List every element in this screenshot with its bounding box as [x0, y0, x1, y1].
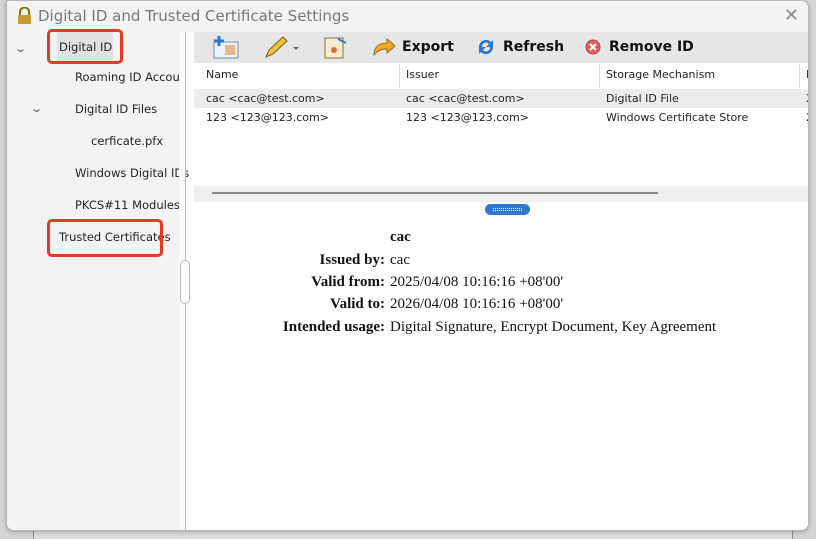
pencil-icon	[265, 36, 299, 58]
toolbar: Export Refresh Remove ID	[194, 32, 808, 63]
issued-by-value: cac	[390, 252, 410, 268]
cell-expires: 20	[806, 92, 808, 105]
cell-storage: Windows Certificate Store	[606, 111, 749, 124]
close-icon[interactable]: ✕	[784, 5, 799, 26]
table-row[interactable]: cac <cac@test.com> cac <cac@test.com> Di…	[194, 89, 808, 108]
cell-name: 123 <123@123.com>	[206, 111, 329, 124]
remove-id-label: Remove ID	[609, 39, 694, 55]
highlight-box	[47, 219, 163, 257]
scrollbar-thumb[interactable]	[212, 192, 658, 194]
refresh-label: Refresh	[503, 39, 565, 55]
cell-expires: 20	[806, 111, 808, 124]
intended-usage-value: Digital Signature, Encrypt Document, Key…	[390, 319, 717, 335]
highlight-box	[47, 29, 123, 64]
digital-ids-panel: Export Refresh Remove ID Name Issuer Sto…	[194, 32, 808, 530]
pane-splitter-handle[interactable]	[485, 204, 530, 215]
valid-to-value: 2026/04/08 10:16:16 +08'00'	[390, 296, 564, 312]
issued-by-label: Issued by:	[319, 252, 385, 268]
table-row[interactable]: 123 <123@123.com> 123 <123@123.com> Wind…	[194, 108, 808, 127]
column-header-storage[interactable]: Storage Mechanism	[600, 64, 800, 88]
export-label: Export	[402, 39, 454, 55]
window-title: Digital ID and Trusted Certificate Setti…	[38, 7, 350, 25]
title-bar: Digital ID and Trusted Certificate Setti…	[7, 1, 808, 32]
horizontal-scrollbar[interactable]	[194, 186, 808, 202]
column-header-expires[interactable]: Ex	[800, 64, 808, 88]
refresh-icon	[478, 39, 494, 55]
refresh-button[interactable]: Refresh	[475, 37, 564, 57]
add-id-button[interactable]	[212, 35, 240, 59]
column-header-name[interactable]: Name	[200, 64, 400, 88]
edit-button[interactable]	[262, 35, 302, 59]
sidebar-tree: ⌄ Digital IDs Roaming ID Accounts ⌄ Digi…	[7, 29, 189, 530]
cert-name: cac	[390, 229, 411, 245]
valid-from-label: Valid from:	[311, 274, 385, 290]
settings-dialog: Digital ID and Trusted Certificate Setti…	[6, 0, 809, 531]
lock-icon	[18, 7, 31, 24]
valid-to-label: Valid to:	[330, 296, 385, 312]
chevron-down-icon[interactable]: ⌄	[30, 102, 43, 115]
remove-id-button[interactable]: Remove ID	[583, 37, 694, 57]
cell-issuer: cac <cac@test.com>	[406, 92, 525, 105]
sidebar-item-windows-digital-ids[interactable]: Windows Digital IDs	[75, 166, 189, 180]
sidebar-item-pkcs11[interactable]: PKCS#11 Modules and Tokens	[75, 198, 179, 212]
export-arrow-icon	[373, 37, 396, 57]
column-header-issuer[interactable]: Issuer	[400, 64, 600, 88]
intended-usage-label: Intended usage:	[282, 319, 385, 335]
certificate-icon	[324, 37, 347, 59]
cell-storage: Digital ID File	[606, 92, 679, 105]
remove-icon	[585, 39, 601, 55]
add-id-icon	[213, 36, 239, 59]
chevron-down-icon[interactable]: ⌄	[14, 42, 27, 55]
cell-issuer: 123 <123@123.com>	[406, 111, 529, 124]
certificate-button[interactable]	[322, 35, 350, 59]
sidebar-item-roaming-id-accounts[interactable]: Roaming ID Accounts	[75, 70, 179, 84]
cell-name: cac <cac@test.com>	[206, 92, 325, 105]
sidebar-item-digital-id-files[interactable]: Digital ID Files	[75, 102, 157, 116]
sidebar-item-certificate-pfx[interactable]: cerficate.pfx	[91, 134, 163, 148]
export-button[interactable]: Export	[372, 37, 454, 57]
valid-from-value: 2025/04/08 10:16:16 +08'00'	[390, 274, 564, 290]
